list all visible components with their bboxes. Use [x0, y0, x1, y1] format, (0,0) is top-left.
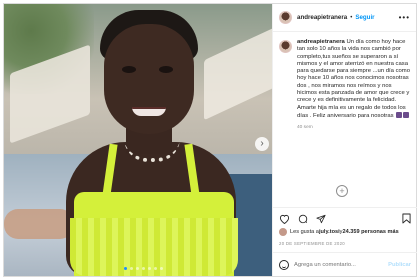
carousel-dots: [124, 267, 163, 270]
post-header: andreapietranera • Seguir •••: [273, 4, 416, 32]
likes-count-link[interactable]: 24.359 personas más: [342, 229, 398, 235]
post-info-panel: andreapietranera • Seguir ••• andreapiet…: [272, 4, 417, 276]
avatar[interactable]: [279, 11, 292, 24]
girl-eye: [159, 66, 173, 73]
comment-bar: Publicar: [273, 252, 417, 276]
more-options-icon[interactable]: •••: [399, 13, 410, 22]
caption-text: andreapietranera Un día como hoy hace ta…: [297, 39, 410, 120]
carousel-dot: [124, 267, 127, 270]
publish-button[interactable]: Publicar: [388, 262, 411, 268]
girl-smile: [132, 107, 166, 116]
background-lounger: [204, 27, 272, 121]
carousel-dot: [130, 267, 133, 270]
caption-username-link[interactable]: andreapietranera: [297, 39, 345, 45]
emoji-icon: [396, 111, 403, 118]
comment-icon[interactable]: [298, 214, 308, 224]
smile-icon[interactable]: [279, 259, 289, 270]
instagram-post: › andreapietranera • Seguir ••• andreapi…: [3, 3, 417, 277]
follow-button[interactable]: Seguir: [355, 14, 374, 21]
next-photo-button[interactable]: ›: [255, 137, 269, 151]
share-icon[interactable]: [316, 214, 326, 224]
carousel-dot: [148, 267, 151, 270]
caption: andreapietranera Un día como hoy hace ta…: [273, 32, 416, 130]
carousel-dot: [160, 267, 163, 270]
background-arm: [4, 209, 74, 239]
avatar[interactable]: [279, 228, 287, 236]
comment-input[interactable]: [294, 261, 384, 268]
heart-icon[interactable]: [279, 214, 290, 224]
time-ago: 40 sem: [297, 125, 313, 131]
girl-face: [104, 24, 194, 134]
carousel-dot: [154, 267, 157, 270]
username-link[interactable]: andreapietranera: [297, 14, 347, 21]
caption-body: andreapietranera Un día como hoy hace ta…: [297, 39, 410, 130]
avatar[interactable]: [279, 40, 292, 53]
post-date: 20 DE SEPTIEMBRE DE 2020: [279, 241, 345, 246]
post-photo[interactable]: ›: [4, 4, 272, 276]
carousel-dot: [142, 267, 145, 270]
action-bar: [273, 207, 417, 229]
emoji-icon: [403, 111, 410, 118]
bookmark-icon[interactable]: [402, 213, 411, 224]
likes-summary: Les gusta a july.tosi y 24.359 personas …: [279, 228, 399, 236]
separator: •: [350, 14, 353, 21]
likes-prefix: Les gusta a: [290, 229, 319, 235]
girl-eye: [122, 66, 136, 73]
load-more-comments-button[interactable]: +: [336, 185, 348, 197]
caption-content: Un día como hoy hace tan solo 10 años la…: [297, 39, 410, 119]
carousel-dot: [136, 267, 139, 270]
likes-user-link[interactable]: july.tosi: [319, 229, 340, 235]
